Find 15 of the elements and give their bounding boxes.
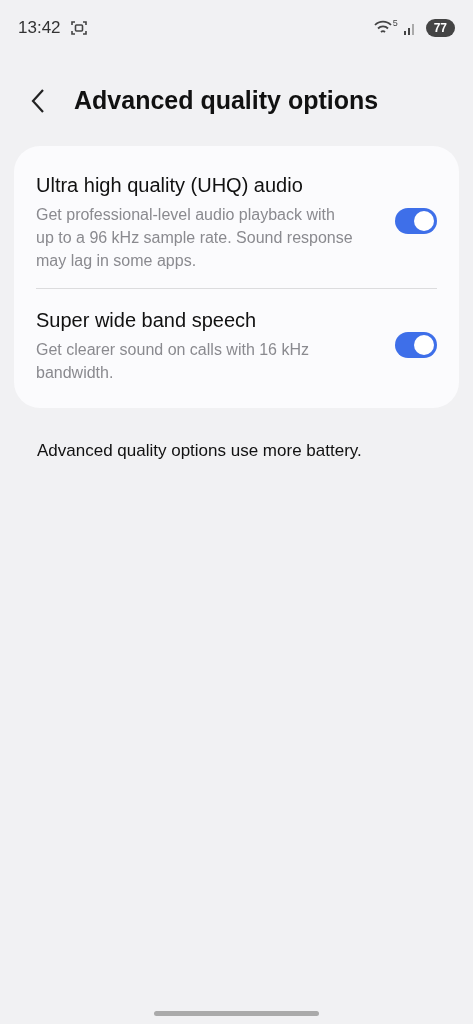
back-button[interactable]	[30, 88, 46, 114]
battery-indicator: 77	[425, 19, 455, 37]
setting-description: Get professional-level audio playback with up to a 96 kHz sample rate. Sound response may lag in some apps.	[36, 205, 354, 271]
setting-title: Ultra high quality (UHQ) audio	[36, 173, 304, 198]
status-time: 13:42	[18, 17, 61, 40]
setting-title: Super wide band speech	[36, 308, 258, 333]
wifi-band-label: 5	[392, 17, 398, 31]
toggle-switch[interactable]	[395, 208, 437, 234]
battery-note: Advanced quality options use more battery.	[36, 440, 363, 462]
signal-icon	[402, 21, 417, 35]
page-title: Advanced quality options	[74, 85, 379, 117]
screenshot-icon	[70, 20, 87, 36]
wifi-icon	[373, 20, 392, 36]
toggle-switch[interactable]	[395, 331, 437, 358]
setting-description: Get clearer sound on calls with 16 kHz bandwidth.	[36, 340, 310, 383]
